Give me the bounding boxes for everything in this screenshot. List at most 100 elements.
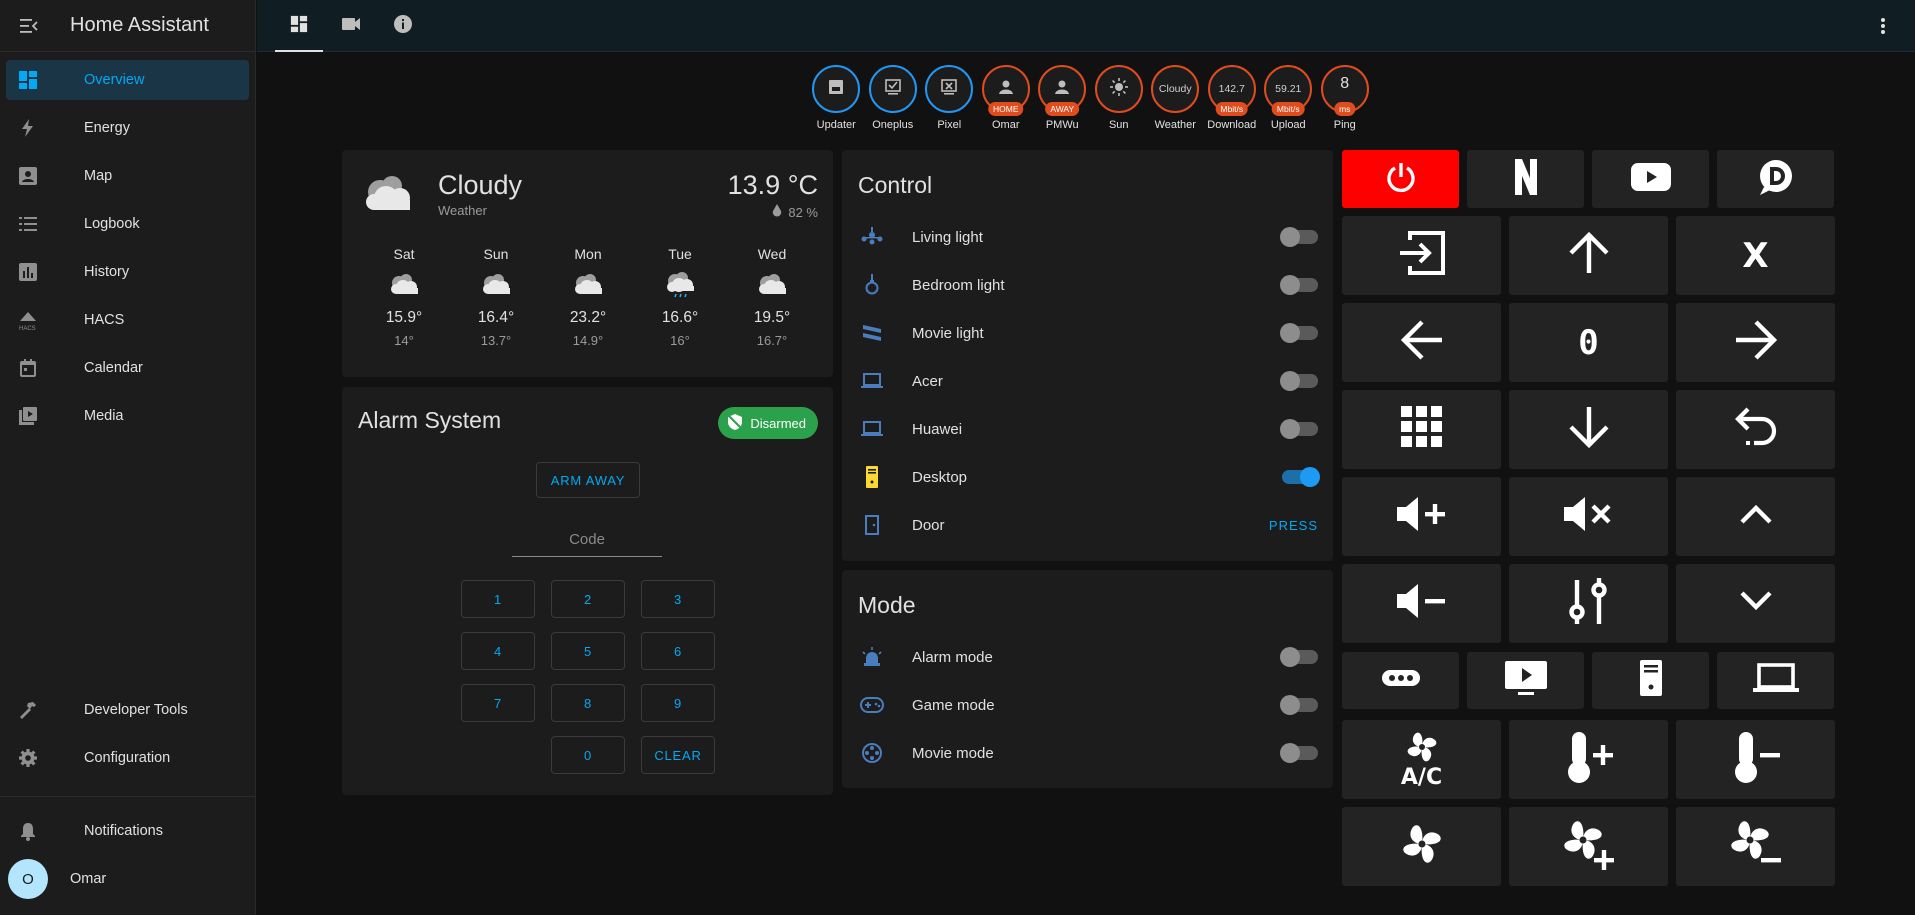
youtube-icon bbox=[1630, 162, 1671, 196]
badge-label: Upload bbox=[1270, 119, 1306, 131]
sidebar-item-label: Logbook bbox=[84, 216, 140, 232]
down-button[interactable] bbox=[1509, 390, 1668, 469]
keypad-key[interactable]: 3 bbox=[641, 580, 715, 618]
game-mode-toggle[interactable] bbox=[1280, 695, 1318, 715]
sidebar-item-developer-tools[interactable]: Developer Tools bbox=[6, 690, 250, 730]
plex-button[interactable] bbox=[1717, 150, 1834, 208]
more-options-icon[interactable] bbox=[1871, 14, 1895, 38]
sidebar-item-hacs[interactable]: HACS HACS bbox=[6, 300, 249, 340]
menu-open-icon[interactable] bbox=[18, 15, 40, 37]
ac-button[interactable]: A/C bbox=[1342, 720, 1501, 799]
arm-away-button[interactable]: ARM AWAY bbox=[536, 462, 640, 498]
movie-mode-toggle[interactable] bbox=[1280, 743, 1318, 763]
badge-weather[interactable]: Cloudy Weather bbox=[1147, 65, 1204, 131]
keypad-key[interactable]: 8 bbox=[551, 684, 625, 722]
keypad-key[interactable]: 0 bbox=[551, 736, 625, 774]
badge-omar[interactable]: HOME Omar bbox=[978, 65, 1035, 131]
mute-button[interactable] bbox=[1509, 477, 1668, 556]
volume-plus-icon bbox=[1395, 494, 1449, 539]
sidebar-item-label: Media bbox=[84, 408, 124, 424]
weather-card[interactable]: Cloudy Weather 13.9 °C 82 % Sat 15.9° 14… bbox=[342, 150, 833, 377]
badge-label: Updater bbox=[816, 119, 856, 131]
netflix-button[interactable] bbox=[1467, 150, 1584, 208]
badge-circle: 8 ms bbox=[1320, 65, 1369, 116]
sidebar-item-configuration[interactable]: Configuration bbox=[6, 738, 250, 778]
badge-updater[interactable]: Updater bbox=[808, 65, 865, 131]
sidebar-item-media[interactable]: Media bbox=[6, 396, 249, 436]
fan-plus-icon bbox=[1560, 817, 1618, 876]
badge-download[interactable]: 142.7 Mbit/s Download bbox=[1204, 65, 1261, 131]
keypad-key[interactable]: 1 bbox=[461, 580, 535, 618]
youtube-button[interactable] bbox=[1592, 150, 1709, 208]
bedroom-light-toggle[interactable] bbox=[1280, 275, 1318, 295]
ok-button[interactable]: 0 bbox=[1509, 303, 1668, 382]
pc-button[interactable] bbox=[1592, 652, 1709, 709]
code-input[interactable]: Code bbox=[512, 527, 662, 557]
badge-ping[interactable]: 8 ms Ping bbox=[1317, 65, 1374, 131]
account-icon bbox=[1053, 78, 1071, 101]
keypad-key[interactable]: 6 bbox=[641, 632, 715, 670]
sidebar-item-overview[interactable]: Overview bbox=[6, 60, 249, 100]
calendar-icon bbox=[18, 358, 48, 378]
clear-button[interactable]: CLEAR bbox=[641, 736, 715, 774]
arrow-right-icon bbox=[1734, 318, 1778, 367]
badge-pmwu[interactable]: AWAY PMWu bbox=[1034, 65, 1091, 131]
tune-button[interactable] bbox=[1509, 564, 1668, 643]
sidebar-item-calendar[interactable]: Calendar bbox=[6, 348, 249, 388]
laptop-button[interactable] bbox=[1717, 652, 1834, 709]
fan-speed-up-button[interactable] bbox=[1509, 807, 1668, 886]
badge-sun[interactable]: Sun bbox=[1091, 65, 1148, 131]
temp-up-button[interactable] bbox=[1509, 720, 1668, 799]
badge-pixel[interactable]: Pixel bbox=[921, 65, 978, 131]
huawei-toggle[interactable] bbox=[1280, 419, 1318, 439]
movie-light-toggle[interactable] bbox=[1280, 323, 1318, 343]
back-button[interactable] bbox=[1676, 390, 1835, 469]
badge-upload[interactable]: 59.21 Mbit/s Upload bbox=[1260, 65, 1317, 131]
left-button[interactable] bbox=[1342, 303, 1501, 382]
sidebar-item-history[interactable]: History bbox=[6, 252, 249, 292]
x-button[interactable]: X bbox=[1676, 216, 1835, 295]
tab-info[interactable] bbox=[379, 0, 427, 52]
tab-dashboard[interactable] bbox=[275, 0, 323, 52]
channel-down-button[interactable] bbox=[1676, 564, 1835, 643]
tab-cameras[interactable] bbox=[327, 0, 375, 52]
sidebar-item-map[interactable]: Map bbox=[6, 156, 249, 196]
sidebar-item-logbook[interactable]: Logbook bbox=[6, 204, 249, 244]
keypad-key[interactable]: 4 bbox=[461, 632, 535, 670]
status-badge[interactable]: Disarmed bbox=[718, 407, 818, 439]
door-press-button[interactable]: PRESS bbox=[1269, 518, 1318, 533]
input-source-button[interactable] bbox=[1342, 216, 1501, 295]
keypad-key[interactable]: 5 bbox=[551, 632, 625, 670]
keypad-key[interactable]: 2 bbox=[551, 580, 625, 618]
right-button[interactable] bbox=[1676, 303, 1835, 382]
badge-oneplus[interactable]: Oneplus bbox=[865, 65, 922, 131]
door-icon bbox=[857, 515, 887, 535]
sidebar-item-notifications[interactable]: Notifications bbox=[6, 811, 250, 851]
fan-button[interactable] bbox=[1342, 807, 1501, 886]
water-percent-icon bbox=[772, 204, 782, 220]
badge-unit: Mbit/s bbox=[1215, 102, 1249, 116]
volume-down-button[interactable] bbox=[1342, 564, 1501, 643]
sidebar-divider bbox=[0, 796, 256, 797]
sidebar-item-energy[interactable]: Energy bbox=[6, 108, 249, 148]
alarm-mode-toggle[interactable] bbox=[1280, 647, 1318, 667]
fan-speed-down-button[interactable] bbox=[1676, 807, 1835, 886]
acer-toggle[interactable] bbox=[1280, 371, 1318, 391]
keypad-key[interactable]: 9 bbox=[641, 684, 715, 722]
channel-up-button[interactable] bbox=[1676, 477, 1835, 556]
up-button[interactable] bbox=[1509, 216, 1668, 295]
tv-play-button[interactable] bbox=[1467, 652, 1584, 709]
menu-grid-button[interactable] bbox=[1342, 390, 1501, 469]
forecast-day-name: Sun bbox=[483, 246, 509, 262]
volume-up-button[interactable] bbox=[1342, 477, 1501, 556]
sidebar-item-label: Omar bbox=[70, 871, 107, 887]
desktop-toggle[interactable] bbox=[1282, 467, 1320, 487]
temp-down-button[interactable] bbox=[1676, 720, 1835, 799]
more-button[interactable] bbox=[1342, 652, 1459, 709]
mode-row-alarm: Alarm mode bbox=[857, 633, 1318, 681]
living-light-toggle[interactable] bbox=[1280, 227, 1318, 247]
sidebar-item-profile[interactable]: O Omar bbox=[6, 859, 250, 899]
badge-circle bbox=[925, 65, 974, 113]
keypad-key[interactable]: 7 bbox=[461, 684, 535, 722]
power-button[interactable] bbox=[1342, 150, 1459, 208]
